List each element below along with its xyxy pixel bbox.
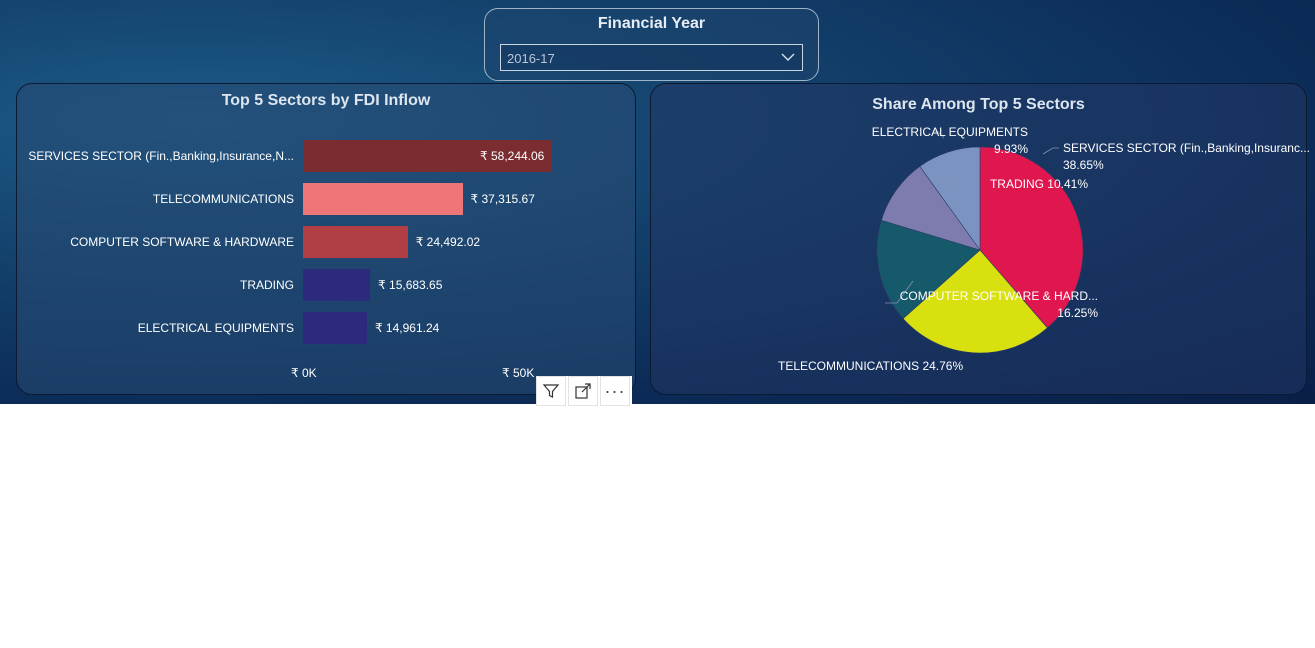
bar-category-label: SERVICES SECTOR (Fin.,Banking,Insurance,… <box>28 149 294 163</box>
pie-data-label: COMPUTER SOFTWARE & HARD... 16.25% <box>899 289 1098 320</box>
chevron-down-icon <box>781 53 795 61</box>
filter-button[interactable] <box>536 376 566 406</box>
bar-data-label: ₹ 24,492.02 <box>415 235 481 249</box>
bar-chart-title: Top 5 Sectors by FDI Inflow <box>221 92 431 109</box>
pie-data-label: TELECOMMUNICATIONS 24.76% <box>778 359 964 373</box>
more-options-button[interactable]: ··· <box>600 376 630 406</box>
bar-data-label: ₹ 14,961.24 <box>374 321 440 335</box>
x-axis-tick: ₹ 0K <box>291 366 317 380</box>
more-options-icon: ··· <box>604 381 626 401</box>
financial-year-slicer: Financial Year 2016-17 <box>484 8 819 81</box>
bar-category-label: COMPUTER SOFTWARE & HARDWARE <box>70 235 294 249</box>
bar-chart-panel[interactable]: Top 5 Sectors by FDI Inflow SERVICES SEC… <box>16 83 636 395</box>
bar-data-label: ₹ 37,315.67 <box>470 192 535 206</box>
financial-year-dropdown[interactable]: 2016-17 <box>500 44 803 71</box>
bar-category-label: TELECOMMUNICATIONS <box>152 192 294 206</box>
pie-chart-panel[interactable]: Share Among Top 5 Sectors SERVICES SECTO… <box>650 83 1310 395</box>
bar-data-label: ₹ 15,683.65 <box>378 278 443 292</box>
focus-mode-icon <box>575 383 591 399</box>
visual-toolbar: ··· <box>536 376 632 406</box>
filter-icon <box>542 384 560 398</box>
pie-data-label: SERVICES SECTOR (Fin.,Banking,Insuranc..… <box>1063 141 1310 172</box>
pie-leader-line <box>1042 147 1059 155</box>
slicer-title: Financial Year <box>597 15 706 32</box>
bar-mark[interactable] <box>303 183 463 215</box>
x-axis-tick: ₹ 50K <box>502 366 535 380</box>
pie-data-label: ELECTRICAL EQUIPMENTS 9.93% <box>871 125 1028 156</box>
focus-mode-button[interactable] <box>568 376 598 406</box>
slicer-selected-value: 2016-17 <box>507 51 555 66</box>
pie-data-label: TRADING 10.41% <box>989 177 1088 191</box>
bar-mark[interactable] <box>303 269 371 301</box>
report-canvas: Financial Year 2016-17 Top 5 Sectors by … <box>0 0 1315 404</box>
bar-category-label: TRADING <box>240 278 294 292</box>
bar-data-label: ₹ 58,244.06 <box>480 149 545 163</box>
bar-category-label: ELECTRICAL EQUIPMENTS <box>137 321 294 335</box>
bar-mark[interactable] <box>303 312 367 344</box>
bar-mark[interactable] <box>303 226 408 258</box>
